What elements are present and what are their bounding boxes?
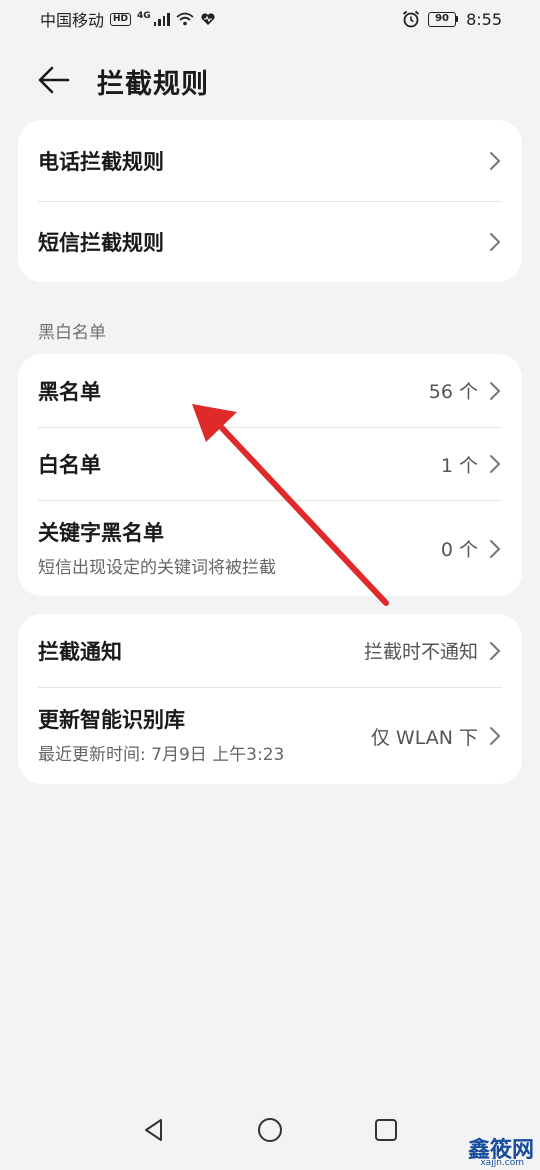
heart-icon [201,13,215,25]
rules-card: 电话拦截规则 短信拦截规则 [18,120,522,282]
page-title: 拦截规则 [97,69,209,100]
update-library-value: 仅 WLAN 下 [370,726,478,749]
blacklist-label: 黑名单 [38,379,101,404]
chevron-right-icon [490,233,501,251]
intercept-notify-row[interactable]: 拦截通知 拦截时不通知 [18,614,522,687]
watermark-url: xajjn.com [480,1158,524,1168]
whitelist-label: 白名单 [38,453,101,477]
arrow-left-icon [38,66,70,94]
blacklist-row[interactable]: 黑名单 56 个 [18,354,522,427]
nav-back-button[interactable] [134,1110,174,1150]
keyword-blacklist-subtitle: 短信出现设定的关键词将被拦截 [38,558,276,578]
alarm-icon [402,10,420,28]
app-header: 拦截规则 [0,52,540,108]
status-right: 90 8:55 [402,10,502,29]
nav-recents-button[interactable] [366,1110,406,1150]
back-button[interactable] [34,60,74,100]
whitelist-row[interactable]: 白名单 1 个 [18,428,522,500]
sms-rules-label: 短信拦截规则 [38,231,164,255]
settings-card: 拦截通知 拦截时不通知 更新智能识别库 最近更新时间: 7月9日 上午3:23 … [18,614,522,784]
chevron-right-icon [490,539,501,558]
carrier-label: 中国移动 [40,11,105,30]
keyword-blacklist-label: 关键字黑名单 [38,521,164,545]
network-type-label: 4G [137,11,151,21]
chevron-right-icon [490,455,501,473]
status-left: 中国移动 HD 4G [40,7,216,31]
update-library-row[interactable]: 更新智能识别库 最近更新时间: 7月9日 上午3:23 仅 WLAN 下 [18,688,522,784]
section-label-blacklist: 黑白名单 [38,323,106,343]
wifi-icon [176,12,194,26]
phone-rules-label: 电话拦截规则 [38,150,164,174]
update-library-label: 更新智能识别库 [38,708,185,732]
chevron-right-icon [490,152,501,170]
intercept-notify-label: 拦截通知 [38,639,122,664]
status-bar: 中国移动 HD 4G 90 8:55 [0,0,540,38]
circle-home-icon [258,1118,282,1142]
battery-level: 90 [428,11,457,27]
update-library-subtitle: 最近更新时间: 7月9日 上午3:23 [38,745,285,765]
hd-icon: HD [110,12,132,26]
intercept-notify-value: 拦截时不通知 [363,641,478,663]
blacklist-card: 黑名单 56 个 白名单 1 个 关键字黑名单 短信出现设定的关键词将被拦截 0… [18,354,522,596]
triangle-back-icon [145,1119,162,1141]
clock-label: 8:55 [466,9,502,29]
whitelist-count: 1 个 [440,454,478,477]
battery-icon: 90 [428,11,459,27]
keyword-blacklist-row[interactable]: 关键字黑名单 短信出现设定的关键词将被拦截 0 个 [18,501,522,596]
sms-rules-row[interactable]: 短信拦截规则 [18,202,522,282]
chevron-right-icon [490,381,501,400]
nav-home-button[interactable] [250,1110,290,1150]
keyword-blacklist-count: 0 个 [440,539,478,561]
signal-icon [153,12,170,26]
chevron-right-icon [490,641,501,660]
square-recents-icon [375,1119,397,1141]
system-nav-bar [0,1090,540,1170]
blacklist-count: 56 个 [428,381,478,403]
chevron-right-icon [490,727,501,745]
phone-rules-row[interactable]: 电话拦截规则 [18,120,522,202]
